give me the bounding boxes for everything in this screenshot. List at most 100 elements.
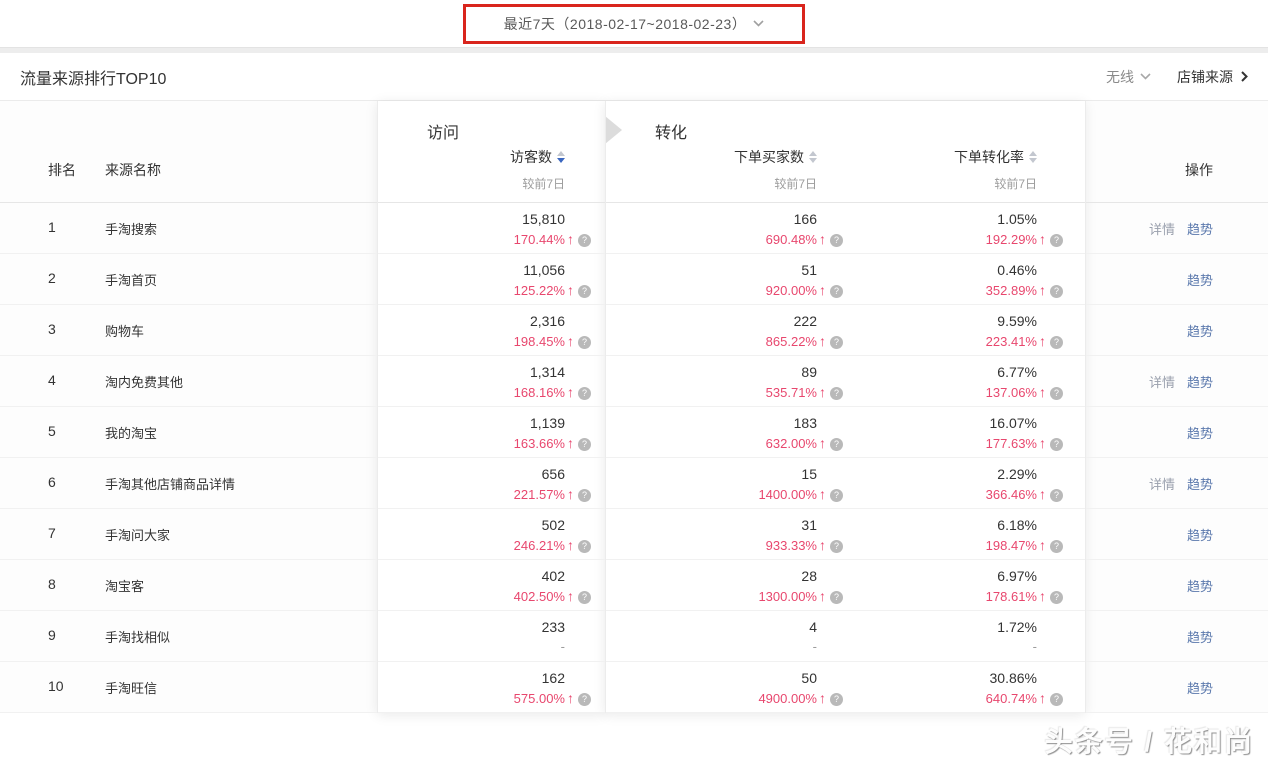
action-detail-link[interactable]: 详情 xyxy=(1149,222,1175,237)
help-info-icon[interactable]: ? xyxy=(830,540,843,553)
help-info-icon[interactable]: ? xyxy=(1050,693,1063,706)
help-info-icon[interactable]: ? xyxy=(578,591,591,604)
conversion-rate-cell: 1.72% ↑? - xyxy=(853,611,1085,661)
conv-rate-change: 640.74%↑? - xyxy=(853,688,1063,709)
change-percent: 125.22% xyxy=(514,283,565,298)
help-info-icon[interactable]: ? xyxy=(1050,438,1063,451)
order-buyers-cell: 28 1300.00%↑? - xyxy=(605,560,853,610)
up-arrow-icon: ↑ xyxy=(819,384,826,400)
help-info-icon[interactable]: ? xyxy=(830,387,843,400)
visitors-value: 402 xyxy=(377,567,565,586)
shop-source-link[interactable]: 店铺来源 xyxy=(1177,67,1250,87)
top-date-bar: 最近7天（2018-02-17~2018-02-23） xyxy=(0,0,1268,48)
action-trend-link[interactable]: 趋势 xyxy=(1187,324,1213,339)
help-info-icon[interactable]: ? xyxy=(578,336,591,349)
help-info-icon[interactable]: ? xyxy=(1050,489,1063,502)
date-range-selector[interactable]: 最近7天（2018-02-17~2018-02-23） xyxy=(504,14,765,34)
buyers-change: 4900.00%↑? - xyxy=(605,688,843,709)
help-info-icon[interactable]: ? xyxy=(578,489,591,502)
help-info-icon[interactable]: ? xyxy=(830,591,843,604)
column-header-visitors-sort[interactable]: 访客数 xyxy=(510,147,565,167)
visitors-change: 198.45%↑? - xyxy=(377,331,591,352)
help-info-icon[interactable]: ? xyxy=(1050,591,1063,604)
visitors-cell: 656 221.57%↑? - xyxy=(377,458,605,508)
conv-rate-value: 2.29% xyxy=(853,465,1037,484)
action-trend-link[interactable]: 趋势 xyxy=(1187,681,1213,696)
column-header-actions: 操作 xyxy=(1085,160,1268,180)
sort-icon xyxy=(557,151,565,163)
change-percent: 192.29% xyxy=(986,232,1037,247)
conv-rate-value: 6.77% xyxy=(853,363,1037,382)
buyers-value: 31 xyxy=(605,516,817,535)
group-header-conversion: 转化 xyxy=(655,119,687,143)
action-trend-link[interactable]: 趋势 xyxy=(1187,630,1213,645)
change-percent: 690.48% xyxy=(766,232,817,247)
table-row: 3 购物车 2,316 198.45%↑? - 222 865.22%↑? - … xyxy=(0,305,1268,356)
terminal-filter-label: 无线 xyxy=(1106,67,1134,87)
buyers-change: 920.00%↑? - xyxy=(605,280,843,301)
action-trend-link[interactable]: 趋势 xyxy=(1187,579,1213,594)
actions-cell: 详情趋势 xyxy=(1085,356,1268,406)
help-info-icon[interactable]: ? xyxy=(578,234,591,247)
action-trend-link[interactable]: 趋势 xyxy=(1187,477,1213,492)
up-arrow-icon: ↑ xyxy=(567,690,574,706)
no-change-dash: - xyxy=(561,639,565,654)
change-percent: 170.44% xyxy=(514,232,565,247)
help-info-icon[interactable]: ? xyxy=(1050,540,1063,553)
source-name-cell: 我的淘宝 xyxy=(90,407,377,457)
conversion-rate-cell: 2.29% 366.46%↑? - xyxy=(853,458,1085,508)
action-trend-link[interactable]: 趋势 xyxy=(1187,222,1213,237)
change-percent: 865.22% xyxy=(766,334,817,349)
conv-rate-change: 192.29%↑? - xyxy=(853,229,1063,250)
visitors-cell: 233 ↑? - xyxy=(377,611,605,661)
help-info-icon[interactable]: ? xyxy=(578,285,591,298)
change-percent: 168.16% xyxy=(514,385,565,400)
action-trend-link[interactable]: 趋势 xyxy=(1187,375,1213,390)
shop-source-label: 店铺来源 xyxy=(1177,67,1233,87)
terminal-filter-dropdown[interactable]: 无线 xyxy=(1106,67,1151,87)
help-info-icon[interactable]: ? xyxy=(830,336,843,349)
help-info-icon[interactable]: ? xyxy=(578,693,591,706)
visitors-value: 1,314 xyxy=(377,363,565,382)
help-info-icon[interactable]: ? xyxy=(578,540,591,553)
column-header-buyers-sort[interactable]: 下单买家数 xyxy=(734,147,817,167)
table-row: 2 手淘首页 11,056 125.22%↑? - 51 920.00%↑? -… xyxy=(0,254,1268,305)
visitors-change: 402.50%↑? - xyxy=(377,586,591,607)
conv-rate-value: 30.86% xyxy=(853,669,1037,688)
help-info-icon[interactable]: ? xyxy=(1050,234,1063,247)
action-trend-link[interactable]: 趋势 xyxy=(1187,273,1213,288)
help-info-icon[interactable]: ? xyxy=(1050,387,1063,400)
visitors-value: 2,316 xyxy=(377,312,565,331)
help-info-icon[interactable]: ? xyxy=(578,387,591,400)
help-info-icon[interactable]: ? xyxy=(1050,285,1063,298)
visitors-value: 15,810 xyxy=(377,210,565,229)
rank-cell: 1 xyxy=(0,203,90,253)
change-percent: 221.57% xyxy=(514,487,565,502)
order-buyers-cell: 222 865.22%↑? - xyxy=(605,305,853,355)
help-info-icon[interactable]: ? xyxy=(830,234,843,247)
help-info-icon[interactable]: ? xyxy=(830,438,843,451)
actions-cell: 趋势 xyxy=(1085,509,1268,559)
column-header-conv-rate-sort[interactable]: 下单转化率 xyxy=(954,147,1037,167)
action-detail-link[interactable]: 详情 xyxy=(1149,375,1175,390)
conversion-rate-cell: 6.18% 198.47%↑? - xyxy=(853,509,1085,559)
buyers-change: 690.48%↑? - xyxy=(605,229,843,250)
rank-cell: 8 xyxy=(0,560,90,610)
up-arrow-icon: ↑ xyxy=(819,690,826,706)
help-info-icon[interactable]: ? xyxy=(1050,336,1063,349)
table-row: 9 手淘找相似 233 ↑? - 4 ↑? - 1.72% ↑? - 趋势 xyxy=(0,611,1268,662)
action-trend-link[interactable]: 趋势 xyxy=(1187,426,1213,441)
buyers-change: 933.33%↑? - xyxy=(605,535,843,556)
help-info-icon[interactable]: ? xyxy=(830,693,843,706)
buyers-value: 166 xyxy=(605,210,817,229)
help-info-icon[interactable]: ? xyxy=(830,489,843,502)
order-buyers-cell: 89 535.71%↑? - xyxy=(605,356,853,406)
source-name-cell: 手淘旺信 xyxy=(90,662,377,712)
source-name-cell: 手淘搜索 xyxy=(90,203,377,253)
table-body: 1 手淘搜索 15,810 170.44% ↑? - 166 690.48%↑? … xyxy=(0,203,1268,713)
rank-cell: 6 xyxy=(0,458,90,508)
help-info-icon[interactable]: ? xyxy=(830,285,843,298)
help-info-icon[interactable]: ? xyxy=(578,438,591,451)
action-detail-link[interactable]: 详情 xyxy=(1149,477,1175,492)
action-trend-link[interactable]: 趋势 xyxy=(1187,528,1213,543)
